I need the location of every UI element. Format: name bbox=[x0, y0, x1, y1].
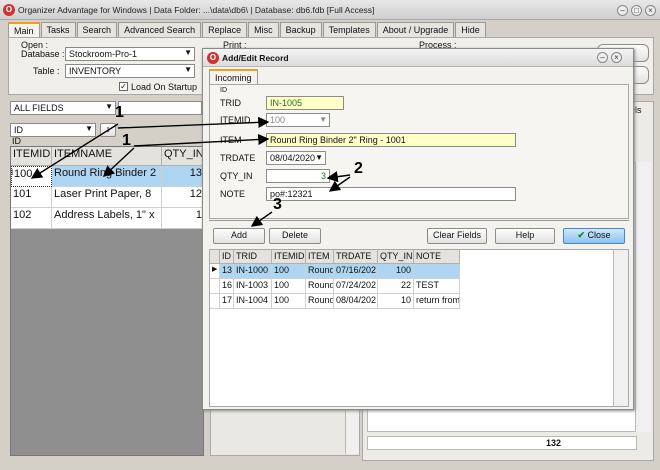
annotation-number: 2 bbox=[354, 160, 363, 177]
annotation-overlay bbox=[30, 116, 351, 227]
annotation-arrow bbox=[250, 211, 273, 227]
annotation-number: 3 bbox=[273, 196, 282, 213]
annotation-arrow bbox=[133, 133, 270, 147]
annotation-arrow bbox=[117, 116, 270, 129]
annotation-arrow bbox=[326, 171, 351, 183]
annotation-arrow bbox=[102, 147, 135, 177]
annotation-arrow bbox=[30, 123, 119, 179]
annotation-arrow bbox=[328, 176, 351, 192]
annotation-number: 1 bbox=[115, 104, 124, 121]
annotation-number: 1 bbox=[122, 132, 131, 149]
